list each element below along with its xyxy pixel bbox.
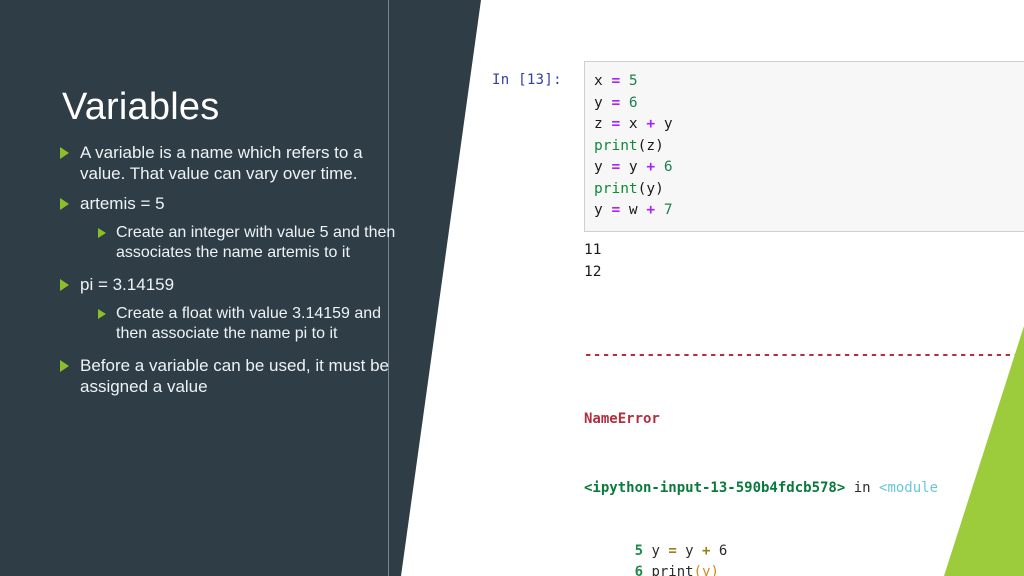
triangle-bullet-icon <box>98 228 106 239</box>
code-token: (z) <box>637 137 664 154</box>
list-item: Create an integer with value 5 and then … <box>98 223 410 263</box>
traceback-token: print <box>643 564 694 576</box>
list-item-label: Create a float with value 3.14159 and th… <box>116 305 382 343</box>
code-token: (y) <box>637 180 664 197</box>
page-title: Variables <box>62 86 220 128</box>
code-line: y = 6 <box>585 93 1024 115</box>
list-item-label: Create an integer with value 5 and then … <box>116 224 396 262</box>
code-token: 7 <box>655 202 673 218</box>
list-item-label: pi = 3.14159 <box>80 275 175 295</box>
slide-root: Variables A variable is a name which ref… <box>0 0 1024 576</box>
code-token: x <box>620 116 647 132</box>
in-prompt-label: In [13]: <box>492 72 562 88</box>
traceback-error-name: NameError <box>584 411 660 427</box>
bullet-list: A variable is a name which refers to a v… <box>60 142 410 406</box>
code-token: 6 <box>655 159 673 175</box>
triangle-bullet-icon <box>98 309 106 320</box>
traceback-token: (y) <box>693 564 719 576</box>
code-token: x <box>594 73 612 89</box>
traceback-location: <ipython-input-13-590b4fdcb578> in <modu… <box>584 478 1024 499</box>
traceback-token: 6 <box>710 543 728 559</box>
code-line: print(y) <box>585 179 1024 201</box>
code-line: x = 5 <box>585 71 1024 93</box>
traceback-rule: ----------------------------------------… <box>584 347 1024 363</box>
traceback-token: 6 <box>634 564 644 576</box>
code-token: + <box>646 116 656 132</box>
list-item: artemis = 5 <box>60 193 410 214</box>
code-input-cell[interactable]: x = 5y = 6z = x + y print(z) y = y + 6 prin… <box>584 61 1024 232</box>
traceback-in-word: in <box>845 480 880 496</box>
traceback-token <box>584 564 635 576</box>
list-item: pi = 3.14159 <box>60 274 410 295</box>
code-line: y = y + 6 <box>585 157 1024 179</box>
code-token: print <box>594 137 638 154</box>
traceback-module: <module <box>879 480 939 496</box>
code-token: z <box>594 116 612 132</box>
triangle-bullet-icon <box>60 360 69 373</box>
code-token: y <box>594 94 612 111</box>
list-item: Create a float with value 3.14159 and th… <box>98 304 410 344</box>
code-token: + <box>646 202 656 218</box>
traceback-token <box>584 543 635 559</box>
triangle-bullet-icon <box>60 198 69 211</box>
code-token: 6 <box>620 94 638 111</box>
traceback-token: 5 <box>634 543 644 559</box>
code-token: print <box>594 180 638 197</box>
list-item-label: artemis = 5 <box>80 194 165 214</box>
code-token: + <box>646 159 656 175</box>
code-token: = <box>611 159 621 175</box>
triangle-bullet-icon <box>60 147 69 159</box>
code-token: y <box>620 159 647 175</box>
cell-stdout-output: 11 12 <box>584 242 602 280</box>
code-token: y <box>594 202 612 218</box>
list-item-label: Before a variable can be used, it must b… <box>80 356 390 397</box>
code-token: w <box>620 202 647 218</box>
triangle-bullet-icon <box>60 279 69 292</box>
code-token: = <box>611 116 621 132</box>
code-line: print(z) <box>585 136 1024 158</box>
code-line: z = x + y <box>585 114 1024 136</box>
traceback-token: y <box>676 543 703 559</box>
code-token: y <box>594 159 612 175</box>
list-item: Before a variable can be used, it must b… <box>60 355 410 397</box>
traceback-token: y <box>643 543 669 559</box>
code-token: = <box>611 202 621 218</box>
list-item: A variable is a name which refers to a v… <box>60 142 410 184</box>
code-token: 5 <box>620 73 638 89</box>
code-token: = <box>611 94 621 111</box>
traceback-token: = <box>668 543 677 559</box>
list-item-label: A variable is a name which refers to a v… <box>80 143 363 184</box>
code-token: = <box>611 73 621 89</box>
code-token: y <box>655 116 673 132</box>
traceback-file: <ipython-input-13-590b4fdcb578> <box>584 480 846 496</box>
code-line: y = w + 7 <box>585 200 1024 222</box>
